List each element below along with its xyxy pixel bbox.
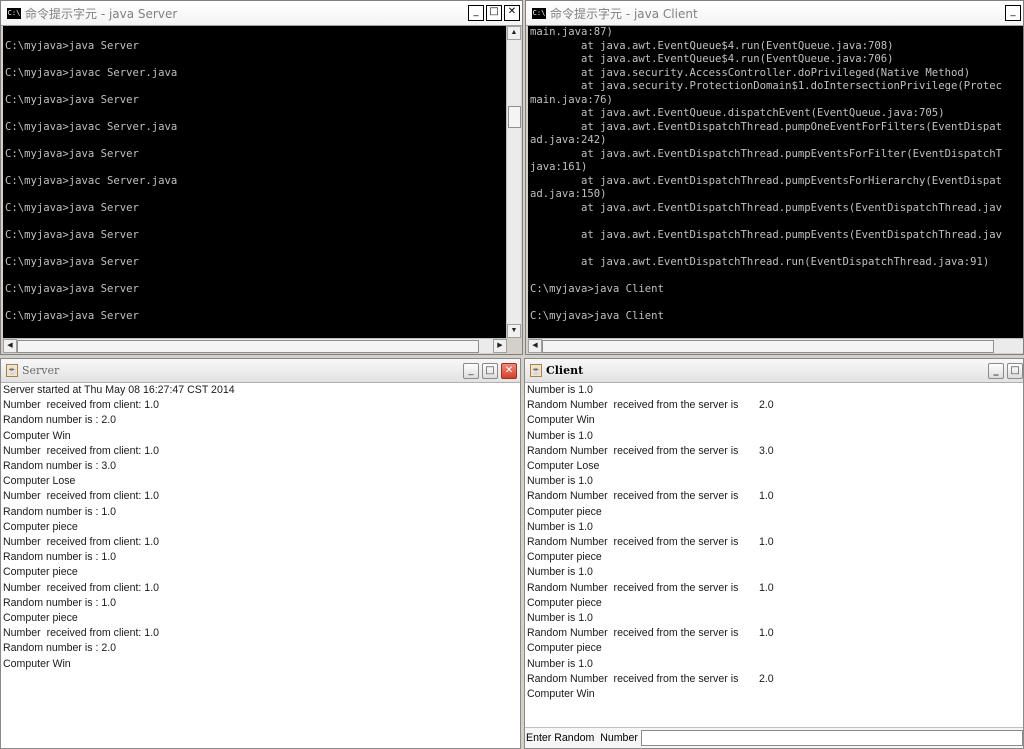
scroll-left-arrow-icon[interactable]: ◀ xyxy=(528,339,542,353)
scroll-left-arrow-icon[interactable]: ◀ xyxy=(3,339,17,353)
client-cmd-window: C:\ 命令提示字元 - java Client _ main.java:87)… xyxy=(525,0,1024,355)
client-log-text-area[interactable]: Number is 1.0 Random Number received fro… xyxy=(527,383,1021,702)
maximize-button[interactable]: □ xyxy=(486,5,502,21)
scroll-thumb[interactable] xyxy=(542,340,994,353)
maximize-button[interactable]: □ xyxy=(1007,362,1023,379)
server-app-title: Server xyxy=(22,364,60,377)
close-button[interactable]: ✕ xyxy=(501,362,517,379)
minimize-button[interactable]: _ xyxy=(988,362,1004,379)
scroll-thumb[interactable] xyxy=(17,340,479,353)
server-log-text-area[interactable]: Server started at Thu May 08 16:27:47 CS… xyxy=(3,383,518,672)
scroll-thumb[interactable] xyxy=(508,106,521,128)
server-cmd-titlebar[interactable]: C:\ 命令提示字元 - java Server _ □ ✕ xyxy=(1,1,522,26)
server-cmd-title: 命令提示字元 - java Server xyxy=(25,6,178,21)
client-cmd-title: 命令提示字元 - java Client xyxy=(550,6,698,21)
horizontal-scrollbar[interactable]: ◀ xyxy=(528,338,1023,353)
scroll-up-arrow-icon[interactable]: ▲ xyxy=(507,26,521,40)
server-app-window: ☕ Server _ □ ✕ Server started at Thu May… xyxy=(0,358,521,749)
server-app-titlebar[interactable]: ☕ Server _ □ ✕ xyxy=(1,359,520,383)
server-cmd-window: C:\ 命令提示字元 - java Server _ □ ✕ C:\myjava… xyxy=(0,0,523,355)
client-console-output[interactable]: main.java:87) at java.awt.EventQueue$4.r… xyxy=(528,26,1023,338)
close-button[interactable]: ✕ xyxy=(504,5,520,21)
java-icon: ☕ xyxy=(530,364,542,377)
client-cmd-titlebar[interactable]: C:\ 命令提示字元 - java Client _ xyxy=(526,1,1023,26)
minimize-button[interactable]: _ xyxy=(1005,5,1021,21)
enter-number-label: Enter Random Number xyxy=(526,732,638,744)
horizontal-scrollbar[interactable]: ◀ ▶ xyxy=(3,338,507,353)
cmd-icon: C:\ xyxy=(7,7,21,19)
client-app-title: Client xyxy=(546,364,584,377)
random-number-input-row: Enter Random Number xyxy=(525,727,1023,748)
minimize-button[interactable]: _ xyxy=(468,5,484,21)
random-number-input[interactable] xyxy=(640,730,1023,746)
cmd-icon: C:\ xyxy=(532,7,546,19)
scroll-right-arrow-icon[interactable]: ▶ xyxy=(493,339,507,353)
vertical-scrollbar[interactable]: ▲ ▼ xyxy=(506,26,521,338)
java-icon: ☕ xyxy=(6,364,18,377)
scroll-down-arrow-icon[interactable]: ▼ xyxy=(507,324,521,338)
server-console-output[interactable]: C:\myjava>java Server C:\myjava>javac Se… xyxy=(3,26,507,338)
client-app-titlebar[interactable]: ☕ Client _ □ xyxy=(525,359,1023,383)
maximize-button[interactable]: □ xyxy=(482,362,498,379)
minimize-button[interactable]: _ xyxy=(463,362,479,379)
client-app-window: ☕ Client _ □ Number is 1.0 Random Number… xyxy=(524,358,1024,749)
